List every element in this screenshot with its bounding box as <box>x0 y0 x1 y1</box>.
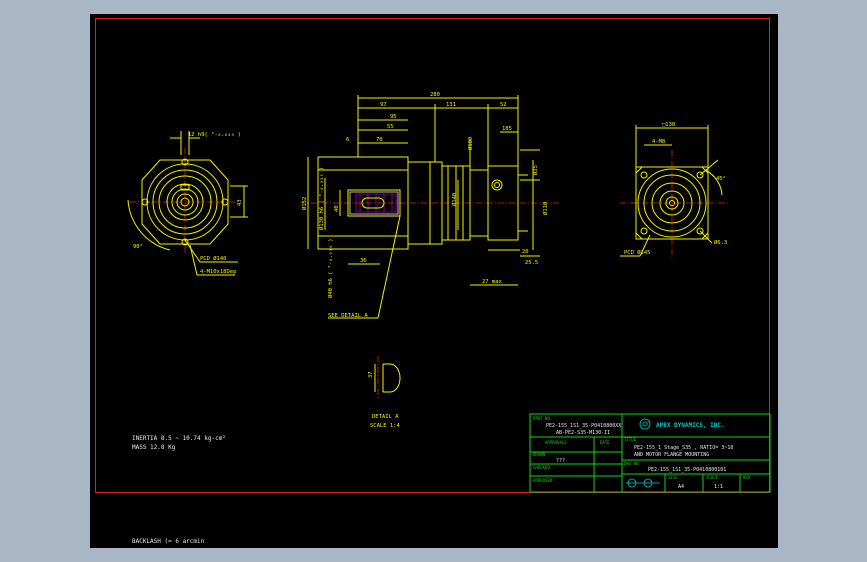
approvals-label: APPROVALS <box>545 440 567 445</box>
dim-6: 6 <box>346 137 349 143</box>
part-no-1: PE2-155_1S1_35-P0410800XX <box>546 423 621 429</box>
part-no-label: PART NO. <box>533 416 552 421</box>
dim-95: 95 <box>390 114 397 120</box>
part-no-2: AB-PE2-S35-M130-II <box>556 430 610 436</box>
title-line-1: PE2-155_1 Stage_S35 , RATIO= 3~10 <box>634 445 733 451</box>
detail-dim: 37 <box>368 371 374 378</box>
keyway-dim: 12 h9( ⁰₋₀.₀₄₃ ) <box>188 131 241 138</box>
right-end-view: □130 4-M8 45° PCD Ø145 Ø6.3 <box>620 122 730 260</box>
dim-55: 55 <box>387 124 394 130</box>
detail-scale: SCALE 1:4 <box>370 423 400 429</box>
angle-90: 90° <box>133 244 143 250</box>
dim-dia110: Ø110 <box>542 202 549 215</box>
side-view: 280 97 131 52 95 55 70 6 Ø180 185 Ø35 Ø1… <box>300 92 560 319</box>
detail-a: 37 DETAIL A SCALE 1:4 <box>368 356 400 429</box>
dim-dia140: Ø140 <box>451 193 458 206</box>
dim-dia35: Ø35 <box>532 165 539 175</box>
title-block: PART NO. PE2-155_1S1_35-P0410800XX AB-PE… <box>529 413 771 493</box>
size-label: SIZE <box>668 475 678 480</box>
scale-value: 1:1 <box>714 484 723 490</box>
dim-dia130h6: Ø130 h6 ( ⁰₋₀.₀₂₅ ) <box>318 167 325 230</box>
drawn-value: ??? <box>556 458 565 464</box>
dim-25-5: 25.5 <box>525 260 538 266</box>
angle-45: 45° <box>716 176 726 182</box>
dim-27: 27 max <box>482 279 503 285</box>
dim-97: 97 <box>380 102 387 108</box>
dim-20: 20 <box>522 249 529 255</box>
see-detail-label: SEE DETAIL A <box>328 313 368 319</box>
dim-70: 70 <box>376 137 383 143</box>
dwg-value: PE2-155_1S1_35-P0410800101 <box>648 467 726 473</box>
detail-title: DETAIL A <box>372 414 399 420</box>
pcd-left: PCD Ø140 <box>200 255 227 262</box>
title-label: TITLE <box>624 437 637 442</box>
holes-left: 4-M10x18Dep <box>200 269 236 275</box>
dim-36: 36 <box>360 258 367 264</box>
mass-note: MASS 12.8 Kg <box>132 444 176 451</box>
dim-40: 40 <box>334 205 340 212</box>
pcd-right: PCD Ø145 <box>624 249 651 256</box>
dim-4m8: 4-M8 <box>652 139 665 145</box>
size-value: A4 <box>678 484 684 490</box>
dia-6-3: Ø6.3 <box>714 239 727 246</box>
drawn-label: DRAWN <box>533 452 546 457</box>
dim-43: 43 <box>237 199 243 206</box>
dwg-label: DWG NO. <box>624 461 641 466</box>
cad-drawing: 12 h9( ⁰₋₀.₀₄₃ ) 43 90° PCD Ø140 4-M10x1… <box>127 92 771 545</box>
inertia-note: INERTIA 8.5 ~ 10.74 kg-cm² <box>132 435 226 442</box>
dim-dia180: Ø180 <box>467 137 474 150</box>
scale-label: SCALE <box>706 475 719 480</box>
left-end-view: 12 h9( ⁰₋₀.₀₄₃ ) 43 90° PCD Ø140 4-M10x1… <box>127 131 248 276</box>
dim-square130: □130 <box>662 122 675 128</box>
dim-dia40h6: Ø40 h6 ( ⁰₋₀.₀₁₆ ) <box>327 238 334 298</box>
rev-label: REV <box>743 475 751 480</box>
title-line-2: AND MOTOR FLANGE MOUNTING <box>634 452 709 458</box>
checked-label: CHECKED <box>533 465 550 470</box>
dim-52: 52 <box>500 102 507 108</box>
dim-dia152: Ø152 <box>301 197 308 210</box>
approved-label: APPROVED <box>533 478 553 483</box>
date-label: DATE <box>600 440 610 445</box>
dim-280: 280 <box>430 92 440 98</box>
backlash-note: BACKLASH (= 6 arcmin <box>132 538 205 545</box>
company-name: APEX DYNAMICS, INC. <box>656 422 725 429</box>
dim-185: 185 <box>502 126 512 132</box>
dim-131: 131 <box>446 102 456 108</box>
